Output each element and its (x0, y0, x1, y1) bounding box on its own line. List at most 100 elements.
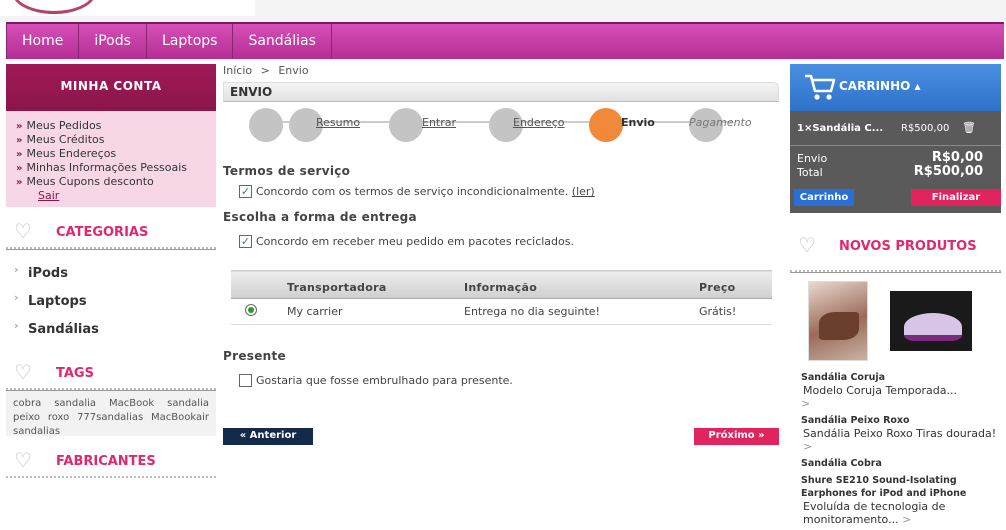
step-envio: Envio (621, 116, 655, 129)
logout-link[interactable]: Sair (38, 189, 59, 202)
main-nav: Home iPods Laptops Sandálias (6, 22, 1004, 59)
table-header-carrier: Transportadora (287, 270, 464, 299)
next-button[interactable]: Próximo » (694, 428, 779, 445)
new-products-header: ♡ NOVOS PRODUTOS (790, 228, 1001, 272)
gift-title: Presente (223, 349, 286, 363)
gift-label: Gostaria que fosse embrulhado para prese… (256, 374, 513, 387)
step-endereco[interactable]: Endereço (513, 116, 565, 129)
nav-item-laptops[interactable]: Laptops (147, 24, 234, 59)
account-link-orders[interactable]: » Meus Pedidos (16, 119, 206, 133)
account-link-addresses[interactable]: » Meus Endereços (16, 147, 206, 161)
new-products-title: NOVOS PRODUTOS (839, 239, 977, 254)
chevron-right-icon: › (14, 291, 19, 304)
product-name[interactable]: Sandália Coruja (801, 371, 1001, 384)
cart-item-name[interactable]: Sandália C... (812, 123, 883, 134)
category-sandalias[interactable]: › Sandálias (6, 316, 216, 344)
main-content: Início > Envio ENVIO Resumo Entrar Ender… (223, 64, 779, 445)
shopping-cart-icon (805, 74, 836, 100)
checkout-button[interactable]: Finalizar (911, 189, 1001, 206)
table-row[interactable]: My carrier Entrega no dia seguinte! Grát… (231, 298, 772, 325)
step-entrar[interactable]: Entrar (422, 116, 456, 129)
new-products-images (790, 281, 1001, 371)
cart-total-value: R$500,00 (913, 164, 983, 179)
cart-divider (790, 145, 1001, 146)
nav-item-sandalias[interactable]: Sandálias (233, 24, 332, 59)
checkout-steps: Resumo Entrar Endereço Envio Pagamento (223, 104, 779, 144)
step-resumo[interactable]: Resumo (316, 116, 360, 129)
product-image-sandal-coruja[interactable] (808, 281, 868, 361)
heart-icon: ♡ (14, 360, 32, 384)
cart-total-row: Total R$500,00 (797, 164, 997, 179)
manufacturers-title: FABRICANTES (56, 454, 156, 469)
step-circle (389, 108, 423, 142)
breadcrumb: Início > Envio (223, 64, 779, 82)
categories-list: › iPods › Laptops › Sandálias (6, 249, 216, 348)
gift-row: Gostaria que fosse embrulhado para prese… (223, 373, 779, 389)
breadcrumb-separator: > (260, 64, 270, 77)
account-link-coupons[interactable]: » Meus Cupons desconto (16, 175, 206, 189)
recycled-checkbox[interactable]: ✓ (239, 235, 252, 248)
list-item[interactable]: Sandália Peixo Roxo Sandália Peixo Roxo … (790, 414, 1001, 453)
left-column: MINHA CONTA » Meus Pedidos » Meus Créditos… (6, 64, 216, 478)
nav-item-ipods[interactable]: iPods (79, 24, 147, 59)
account-links: » Meus Pedidos » Meus Créditos » Meus Ender… (6, 111, 216, 207)
chevron-right-icon[interactable]: > (801, 397, 810, 410)
logo[interactable] (12, 0, 96, 14)
category-ipods[interactable]: › iPods (6, 260, 216, 288)
cart-shipping-value: R$0,00 (931, 150, 983, 165)
cart-shipping-label: Envio (797, 152, 828, 165)
carrier-name: My carrier (287, 298, 464, 325)
product-name[interactable]: Sandália Cobra (801, 457, 1001, 470)
delivery-title: Escolha a forma de entrega (223, 210, 417, 224)
category-laptops[interactable]: › Laptops (6, 288, 216, 316)
chevron-right-icon[interactable]: > (902, 513, 911, 526)
double-chevron-icon: » (16, 135, 23, 146)
chevron-right-icon: › (14, 263, 19, 276)
breadcrumb-current: Envio (278, 64, 309, 77)
terms-read-link[interactable]: (ler) (572, 185, 595, 198)
list-item[interactable]: Sandália Coruja Modelo Coruja Temporada.… (790, 371, 1001, 410)
carrier-radio[interactable] (245, 304, 257, 316)
heart-icon: ♡ (798, 233, 816, 257)
product-name[interactable]: Shure SE210 Sound-Isolating Earphones fo… (801, 474, 1001, 500)
table-header-select (231, 270, 287, 299)
double-chevron-icon: » (16, 149, 23, 160)
right-column: CARRINHO ▴ 1×Sandália C... R$500,00 🗑 En… (790, 64, 1001, 530)
terms-row: ✓ Concordo com os termos de serviço inco… (223, 184, 779, 200)
logo-area (0, 0, 255, 16)
recycled-label: Concordo em receber meu pedido em pacote… (256, 235, 574, 248)
nav-item-home[interactable]: Home (6, 24, 80, 59)
gift-checkbox[interactable] (239, 374, 252, 387)
double-chevron-icon: » (16, 121, 23, 132)
chevron-right-icon[interactable]: > (803, 440, 812, 453)
list-item[interactable]: Shure SE210 Sound-Isolating Earphones fo… (790, 474, 1001, 526)
cart-button[interactable]: Carrinho (794, 189, 854, 206)
cart-total-label: Total (797, 166, 823, 179)
cart-body: 1×Sandália C... R$500,00 🗑 Envio R$0,00 … (790, 111, 1001, 213)
previous-button[interactable]: « Anterior (223, 428, 313, 445)
table-header-info: Informação (464, 270, 699, 299)
chevron-right-icon: › (14, 319, 19, 332)
tags-cloud[interactable]: cobra sandalia MacBook sandalia peixo ro… (6, 390, 216, 437)
double-chevron-icon: » (16, 177, 23, 188)
product-name[interactable]: Sandália Peixo Roxo (801, 414, 1001, 427)
carrier-info: Entrega no dia seguinte! (464, 298, 699, 325)
account-link-credits[interactable]: » Meus Créditos (16, 133, 206, 147)
cart-header[interactable]: CARRINHO ▴ (790, 64, 1001, 111)
categories-header: ♡ CATEGORIAS (6, 207, 216, 249)
product-desc: Sandália Peixo Roxo Tiras dourada! (803, 427, 997, 440)
breadcrumb-home[interactable]: Início (223, 64, 252, 77)
carrier-table: Transportadora Informação Preço My carri… (231, 270, 772, 325)
caret-up-icon[interactable]: ▴ (915, 79, 921, 93)
recycled-row: ✓ Concordo em receber meu pedido em paco… (223, 234, 779, 250)
carrier-price: Grátis! (699, 298, 772, 325)
list-item[interactable]: Sandália Cobra (790, 457, 1001, 470)
product-image-sandal-peixo[interactable] (890, 291, 972, 351)
account-link-personal-info[interactable]: » Minhas Informações Pessoais (16, 161, 206, 175)
terms-checkbox[interactable]: ✓ (239, 185, 252, 198)
account-title: MINHA CONTA (6, 64, 216, 111)
trash-icon[interactable]: 🗑 (962, 121, 976, 134)
new-products-list: Sandália Coruja Modelo Coruja Temporada.… (790, 272, 1001, 526)
cart-item-qty: 1× (797, 123, 813, 134)
cart-item: 1×Sandália C... R$500,00 (797, 123, 949, 134)
